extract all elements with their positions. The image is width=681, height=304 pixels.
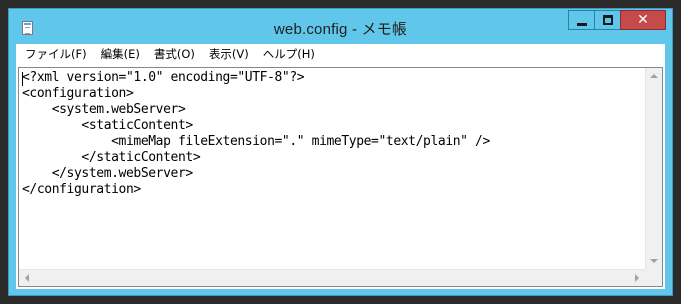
code-line: <mimeMap fileExtension="." mimeType="tex… <box>22 134 490 149</box>
menu-help[interactable]: ヘルプ(H) <box>256 44 322 65</box>
scrollbar-corner <box>645 269 662 286</box>
code-line: <configuration> <box>22 86 134 101</box>
code-line: </system.webServer> <box>22 166 194 181</box>
scroll-up-icon[interactable] <box>650 74 658 78</box>
menu-edit[interactable]: 編集(E) <box>94 44 147 65</box>
minimize-icon <box>577 23 587 26</box>
editor-frame: <?xml version="1.0" encoding="UTF-8"?> <… <box>18 67 663 287</box>
code-line: <system.webServer> <box>22 102 186 117</box>
text-caret <box>22 72 23 86</box>
scroll-left-icon[interactable] <box>25 274 29 282</box>
code-line: </configuration> <box>22 182 141 197</box>
client-area: ファイル(F) 編集(E) 書式(O) 表示(V) ヘルプ(H) <?xml v… <box>16 44 665 289</box>
scroll-right-icon[interactable] <box>635 274 639 282</box>
code-line: <staticContent> <box>22 118 193 133</box>
maximize-button[interactable] <box>594 10 621 30</box>
maximize-icon <box>603 15 613 25</box>
minimize-button[interactable] <box>568 10 595 30</box>
caption-buttons: ✕ <box>568 10 666 30</box>
code-line: <?xml version="1.0" encoding="UTF-8"?> <box>22 70 305 85</box>
vertical-scrollbar[interactable] <box>645 68 662 269</box>
close-button[interactable]: ✕ <box>620 10 666 30</box>
text-editor[interactable]: <?xml version="1.0" encoding="UTF-8"?> <… <box>19 68 645 268</box>
menu-view[interactable]: 表示(V) <box>202 44 256 65</box>
menu-bar: ファイル(F) 編集(E) 書式(O) 表示(V) ヘルプ(H) <box>16 44 665 65</box>
horizontal-scrollbar[interactable] <box>19 269 645 286</box>
code-line: </staticContent> <box>22 150 201 165</box>
scroll-down-icon[interactable] <box>650 259 658 263</box>
menu-format[interactable]: 書式(O) <box>147 44 202 65</box>
title-bar[interactable]: web.config - メモ帳 ✕ <box>9 9 672 43</box>
notepad-window: web.config - メモ帳 ✕ ファイル(F) 編集(E) 書式(O) 表… <box>8 8 673 296</box>
close-icon: ✕ <box>637 12 649 28</box>
menu-file[interactable]: ファイル(F) <box>18 44 94 65</box>
